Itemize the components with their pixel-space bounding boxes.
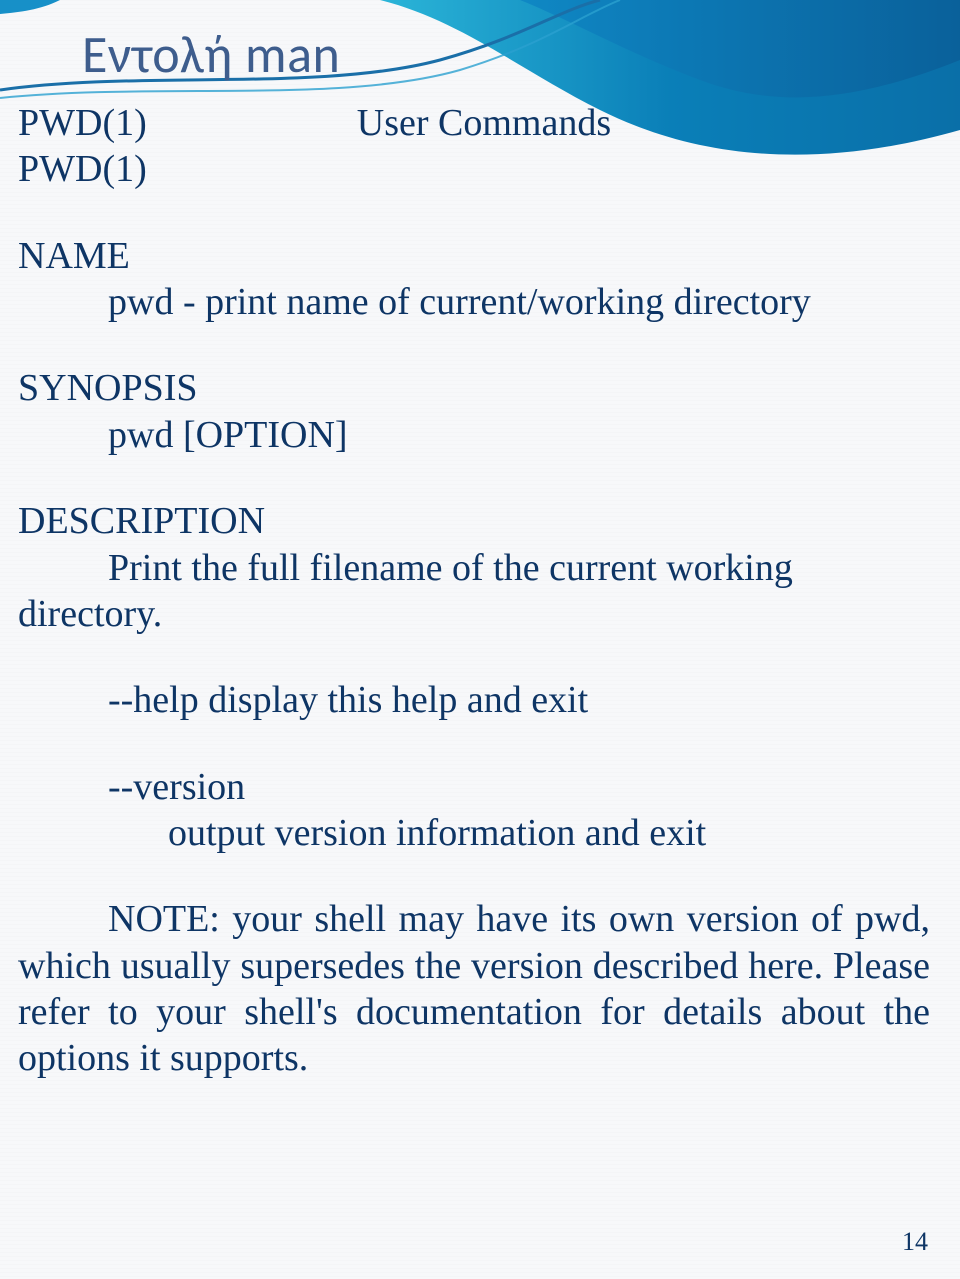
description-line-1: Print the full filename of the current w… [18,545,930,591]
manpage-header-center: User Commands [357,100,611,146]
synopsis-text: pwd [OPTION] [18,412,930,458]
name-text: pwd - print name of current/working dire… [18,279,930,325]
manpage-header-left-repeat: PWD(1) [18,146,930,192]
description-line-2: directory. [18,591,930,637]
manpage-header: PWD(1) User Commands [18,100,930,146]
note-text: NOTE: your shell may have its own versio… [18,896,930,1081]
slide-title: Εντολή man [82,22,340,86]
section-name: NAME pwd - print name of current/working… [18,233,930,326]
description-heading: DESCRIPTION [18,498,930,544]
option-version: --version output version information and… [18,764,930,857]
section-synopsis: SYNOPSIS pwd [OPTION] [18,365,930,458]
version-flag: --version [18,764,930,810]
slide-body: PWD(1) User Commands PWD(1) NAME pwd - p… [18,100,930,1082]
page-number: 14 [902,1227,928,1257]
name-heading: NAME [18,233,930,279]
manpage-header-left: PWD(1) [18,100,147,146]
version-text: output version information and exit [18,810,930,856]
option-help: --help display this help and exit [18,677,930,723]
synopsis-heading: SYNOPSIS [18,365,930,411]
note-block: NOTE: your shell may have its own versio… [18,896,930,1081]
section-description: DESCRIPTION Print the full filename of t… [18,498,930,637]
